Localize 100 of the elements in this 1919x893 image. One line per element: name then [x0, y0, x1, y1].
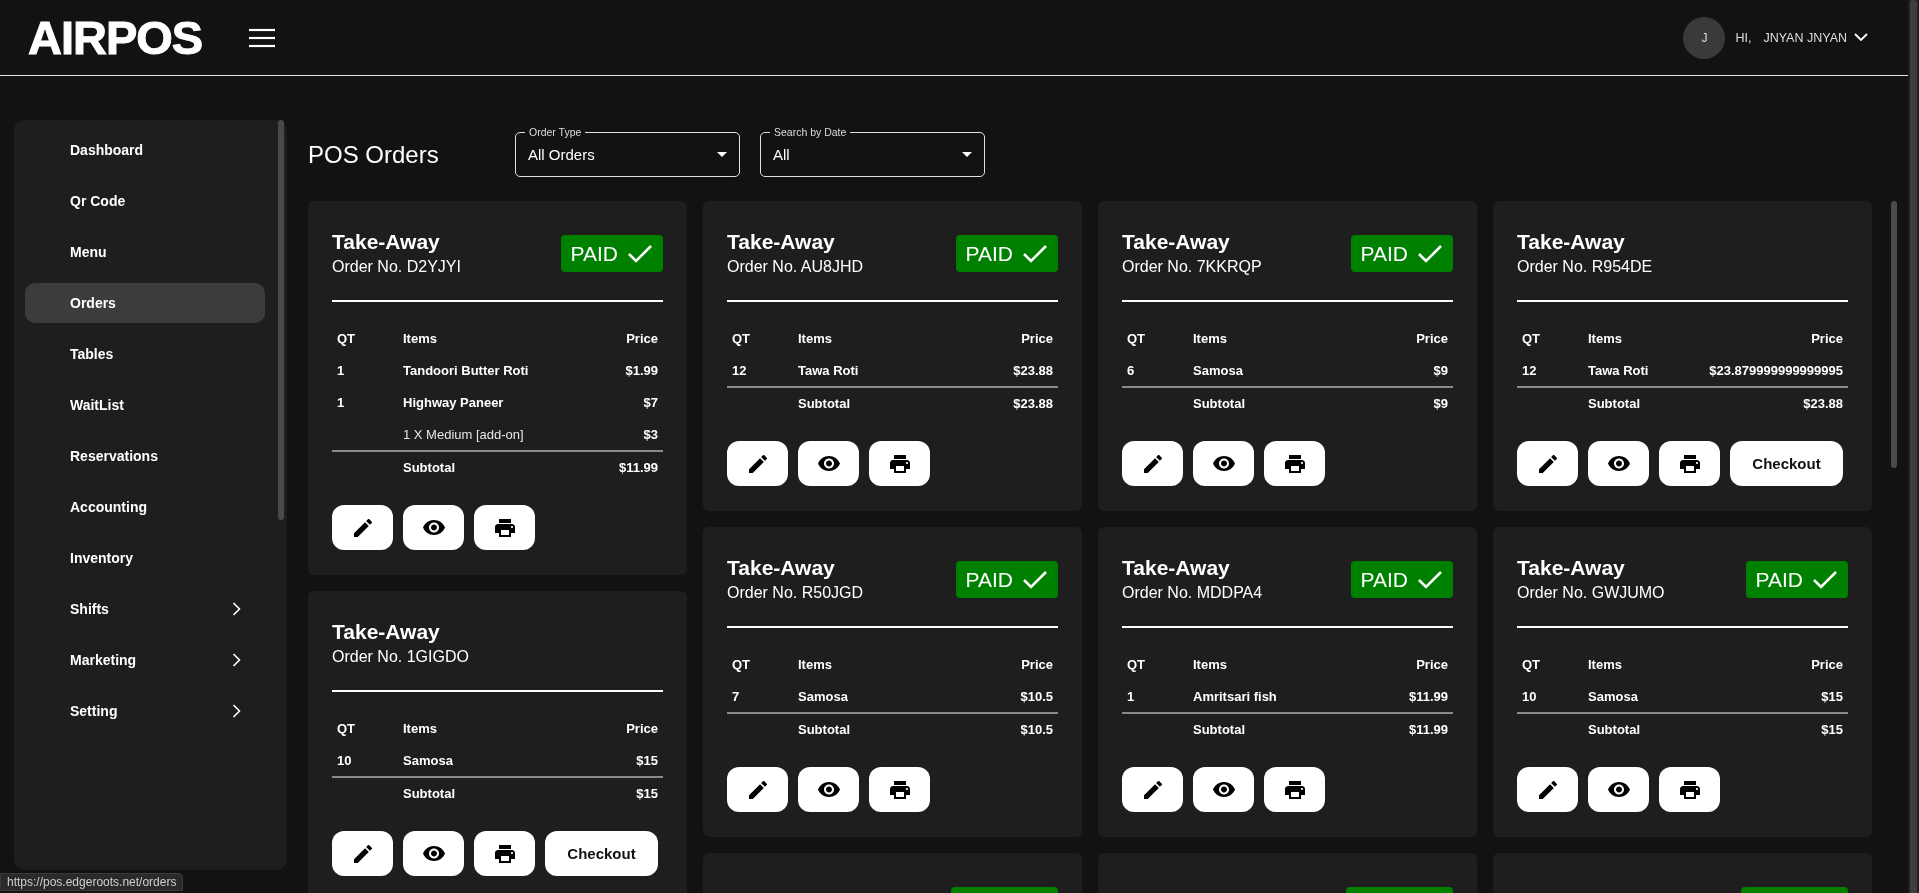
check-icon: [1022, 243, 1048, 264]
order-number: Order No. R954DE: [1517, 257, 1653, 277]
edit-button[interactable]: [727, 441, 788, 486]
subtotal-label: Subtotal: [403, 459, 456, 475]
column-header: Items: [403, 720, 438, 736]
item-cell-text: Highway Paneer: [403, 394, 505, 410]
view-button[interactable]: [1588, 441, 1649, 486]
user-name[interactable]: JNYAN JNYAN: [1763, 30, 1847, 45]
greeting-text: HI,: [1735, 30, 1752, 45]
edit-button[interactable]: [727, 767, 788, 812]
quantity-cell-text: 10: [1522, 688, 1538, 704]
badge-label: PAID: [965, 567, 1013, 592]
printer-icon: [889, 780, 910, 799]
pencil-icon: [1143, 454, 1162, 473]
order-type: Take-Away: [1122, 229, 1231, 255]
sidebar-item[interactable]: Orders: [25, 283, 265, 323]
subtotal-label: Subtotal: [798, 721, 851, 737]
subtotal-value: $10.5: [1020, 721, 1053, 737]
print-button[interactable]: [474, 831, 535, 876]
order-type: Take-Away: [727, 555, 836, 581]
view-button[interactable]: [1193, 767, 1254, 812]
column-header: Items: [798, 330, 833, 346]
sidebar-item[interactable]: Setting: [25, 691, 265, 731]
quantity-cell-text: 10: [337, 752, 353, 768]
print-button[interactable]: [1264, 767, 1325, 812]
printer-icon: [1679, 780, 1700, 799]
view-button[interactable]: [1193, 441, 1254, 486]
price-cell: $10.5: [1020, 688, 1053, 704]
checkout-button[interactable]: Checkout: [1730, 441, 1843, 486]
edit-button[interactable]: [1517, 441, 1578, 486]
checkout-button[interactable]: Checkout: [545, 831, 658, 876]
view-button[interactable]: [798, 441, 859, 486]
order-number: Order No. AU8JHD: [727, 257, 864, 277]
order-number: Order No. R50JGD: [727, 583, 864, 603]
order-type: Take-Away: [1122, 555, 1231, 581]
eye-icon: [422, 846, 445, 861]
subtotal-label: Subtotal: [1193, 395, 1246, 411]
print-button[interactable]: [1659, 767, 1720, 812]
sidebar-item[interactable]: Marketing: [25, 640, 265, 680]
order-type: Take-Away: [1517, 229, 1626, 255]
item-cell-text: Samosa: [1193, 362, 1244, 378]
pencil-icon: [1143, 780, 1162, 799]
eye-icon: [1607, 456, 1630, 471]
sidebar-item[interactable]: Shifts: [25, 589, 265, 629]
sidebar-item[interactable]: Inventory: [25, 538, 265, 578]
edit-button[interactable]: [1122, 441, 1183, 486]
edit-button[interactable]: [332, 505, 393, 550]
column-header: Price: [1811, 656, 1843, 672]
view-button[interactable]: [403, 831, 464, 876]
price-cell: $1.99: [625, 362, 658, 378]
print-button[interactable]: [474, 505, 535, 550]
column-header: Price: [626, 720, 658, 736]
edit-button[interactable]: [332, 831, 393, 876]
sidebar-item[interactable]: WaitList: [25, 385, 265, 425]
item-cell-text: Amritsari fish: [1193, 688, 1278, 704]
printer-icon: [1284, 454, 1305, 473]
sidebar-item[interactable]: Tables: [25, 334, 265, 374]
scrollbar-thumb[interactable]: [278, 120, 284, 520]
edit-button[interactable]: [1517, 767, 1578, 812]
sidebar-item[interactable]: Reservations: [25, 436, 265, 476]
user-avatar[interactable]: J: [1683, 16, 1726, 59]
column-header: Price: [1811, 330, 1843, 346]
sidebar-item[interactable]: Qr Code: [25, 181, 265, 221]
print-button[interactable]: [1264, 441, 1325, 486]
edit-button[interactable]: [1122, 767, 1183, 812]
view-button[interactable]: [798, 767, 859, 812]
print-button[interactable]: [869, 441, 930, 486]
pencil-icon: [353, 844, 372, 863]
price-cell: $23.879999999999995: [1709, 362, 1843, 378]
eye-icon: [1607, 782, 1630, 797]
printer-icon: [494, 844, 515, 863]
column-header: QT: [337, 330, 357, 346]
item-cell-text: Samosa: [1588, 688, 1639, 704]
chevron-down-icon[interactable]: [1854, 33, 1868, 42]
sidebar-item[interactable]: Menu: [25, 232, 265, 272]
check-icon: [1812, 569, 1838, 590]
pencil-icon: [748, 454, 767, 473]
order-type: Take-Away: [332, 229, 441, 255]
print-button[interactable]: [1659, 441, 1720, 486]
subtotal-label: Subtotal: [1588, 395, 1641, 411]
view-button[interactable]: [1588, 767, 1649, 812]
column-header: Price: [1416, 330, 1448, 346]
subtotal-value: $15: [1821, 721, 1843, 737]
scrollbar-thumb[interactable]: [1891, 201, 1897, 468]
order-number: Order No. MDDPA4: [1122, 583, 1263, 603]
view-button[interactable]: [403, 505, 464, 550]
eye-icon: [817, 782, 840, 797]
order-number: Order No. 1GIGDO: [332, 647, 469, 667]
subtotal-value: $23.88: [1803, 395, 1843, 411]
quantity-cell-text: 12: [732, 362, 748, 378]
sidebar-item[interactable]: Dashboard: [25, 130, 265, 170]
column-header: QT: [1127, 656, 1147, 672]
scrollbar-thumb[interactable]: [1910, 0, 1917, 893]
quantity-cell-text: 1: [1127, 688, 1136, 704]
sidebar-item[interactable]: Accounting: [25, 487, 265, 527]
pencil-icon: [748, 780, 767, 799]
item-cell-text: Samosa: [403, 752, 454, 768]
print-button[interactable]: [869, 767, 930, 812]
menu-icon[interactable]: [249, 27, 276, 48]
column-header: Items: [403, 330, 438, 346]
